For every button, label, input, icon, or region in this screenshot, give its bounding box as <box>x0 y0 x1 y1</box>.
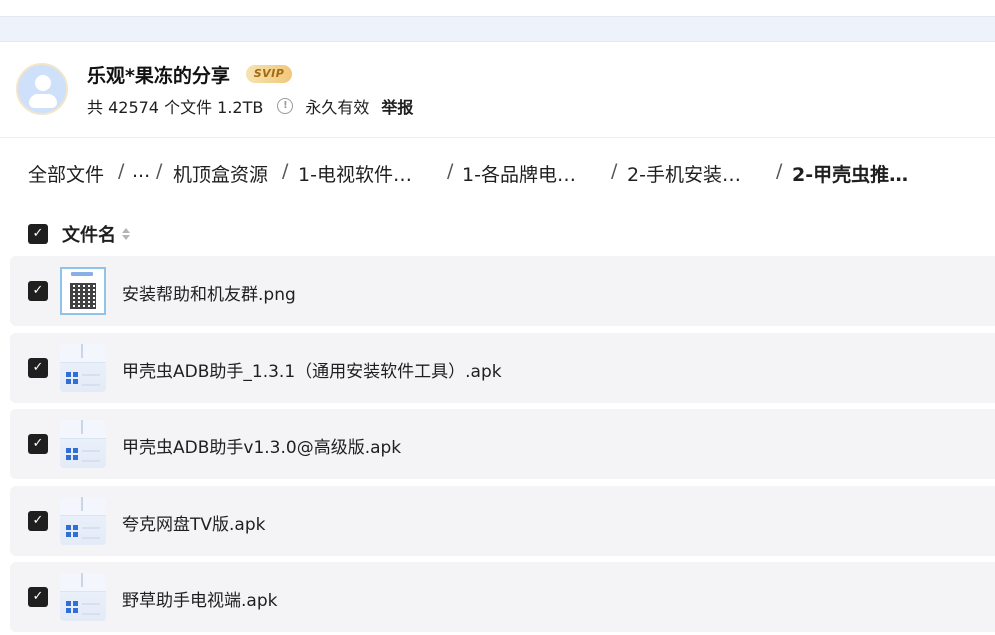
file-row[interactable]: ✓ 野草助手电视端.apk <box>10 562 995 632</box>
svip-badge: SVIP <box>246 65 292 83</box>
avatar-head <box>35 75 51 91</box>
file-row[interactable]: ✓ 安装帮助和机友群.png <box>10 256 995 326</box>
apk-file-icon <box>60 420 106 468</box>
file-name[interactable]: 甲壳虫ADB助手v1.3.0@高级版.apk <box>122 433 401 458</box>
breadcrumb-item-stb-resources[interactable]: 机顶盒资源 <box>173 160 268 187</box>
info-circle-icon[interactable]: ! <box>277 98 294 114</box>
share-header: 乐观*果冻的分享 SVIP 共 42574 个文件 1.2TB ! 永久有效 举… <box>0 41 995 138</box>
file-name[interactable]: 野草助手电视端.apk <box>122 586 277 611</box>
apk-file-icon <box>60 573 106 621</box>
file-count-text: 共 42574 个文件 1.2TB <box>87 98 264 117</box>
select-all-checkbox[interactable]: ✓ <box>28 224 48 244</box>
apk-file-icon <box>60 497 106 545</box>
notice-strip <box>0 16 995 42</box>
list-header: ✓ 文件名 <box>28 222 130 246</box>
sort-icon[interactable] <box>122 228 130 240</box>
breadcrumb-item-tv-software[interactable]: 1-电视软件… <box>298 160 412 187</box>
validity-text: 永久有效 <box>305 98 370 117</box>
row-checkbox[interactable]: ✓ <box>28 511 48 531</box>
qr-image-icon <box>60 267 106 315</box>
share-meta: 共 42574 个文件 1.2TB ! 永久有效 举报 <box>87 94 413 118</box>
file-name[interactable]: 安装帮助和机友群.png <box>122 280 296 305</box>
breadcrumb-separator: / <box>776 160 783 182</box>
breadcrumb-separator: / <box>282 160 289 182</box>
avatar <box>16 63 68 115</box>
file-row[interactable]: ✓ 夸克网盘TV版.apk <box>10 486 995 556</box>
breadcrumb-item-ellipsis[interactable]: ... <box>132 160 150 182</box>
filename-column-header[interactable]: 文件名 <box>62 221 116 247</box>
file-row[interactable]: ✓ 甲壳虫ADB助手v1.3.0@高级版.apk <box>10 409 995 479</box>
breadcrumb-item-phone-install[interactable]: 2-手机安装… <box>627 160 741 187</box>
row-checkbox[interactable]: ✓ <box>28 281 48 301</box>
breadcrumb-separator: / <box>118 160 125 182</box>
file-name[interactable]: 甲壳虫ADB助手_1.3.1（通用安装软件工具）.apk <box>122 357 502 382</box>
breadcrumb-separator: / <box>447 160 454 182</box>
top-bar <box>0 0 995 16</box>
row-checkbox[interactable]: ✓ <box>28 358 48 378</box>
breadcrumb-item-brands[interactable]: 1-各品牌电… <box>462 160 576 187</box>
report-link[interactable]: 举报 <box>381 94 413 118</box>
breadcrumb-separator: / <box>156 160 163 182</box>
apk-file-icon <box>60 344 106 392</box>
breadcrumb: 全部文件 / ... / 机顶盒资源 / 1-电视软件… / 1-各品牌电… /… <box>28 160 988 188</box>
breadcrumb-item-current: 2-甲壳虫推… <box>792 164 909 186</box>
file-row[interactable]: ✓ 甲壳虫ADB助手_1.3.1（通用安装软件工具）.apk <box>10 333 995 403</box>
share-owner-name: 乐观*果冻的分享 <box>87 65 230 87</box>
breadcrumb-separator: / <box>611 160 618 182</box>
file-name[interactable]: 夸克网盘TV版.apk <box>122 510 265 535</box>
row-checkbox[interactable]: ✓ <box>28 587 48 607</box>
breadcrumb-item-all-files[interactable]: 全部文件 <box>28 160 104 187</box>
avatar-body <box>29 94 57 108</box>
row-checkbox[interactable]: ✓ <box>28 434 48 454</box>
